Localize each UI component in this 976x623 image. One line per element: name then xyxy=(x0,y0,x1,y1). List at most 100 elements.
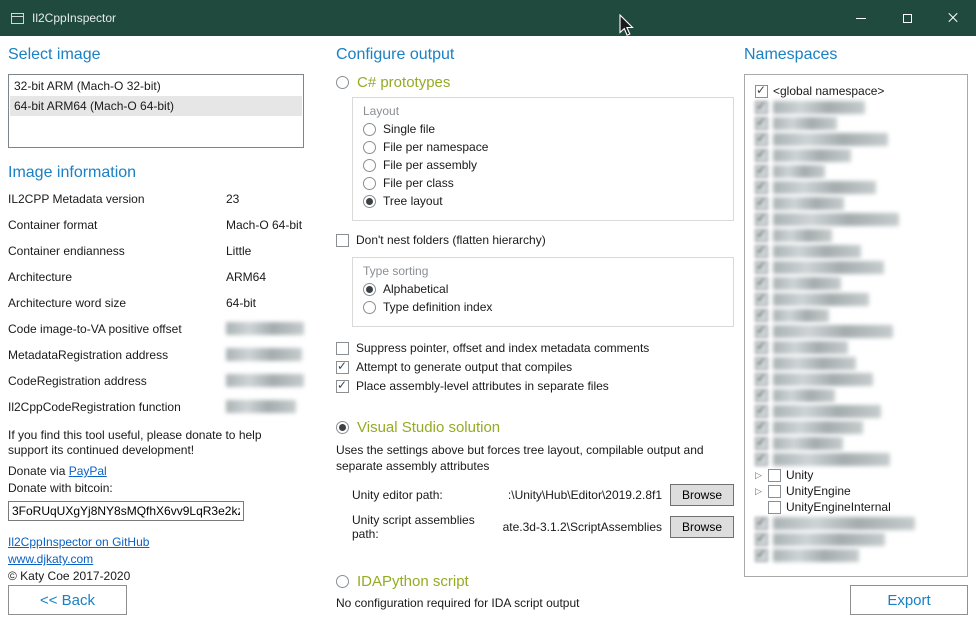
namespace-checkbox[interactable] xyxy=(755,165,768,178)
namespace-checkbox[interactable] xyxy=(755,229,768,242)
namespace-item-redacted[interactable] xyxy=(755,387,961,403)
radio-file-per-assembly[interactable]: File per assembly xyxy=(363,158,723,172)
image-list-item[interactable]: 32-bit ARM (Mach-O 32-bit) xyxy=(10,76,302,96)
namespace-checkbox[interactable] xyxy=(755,437,768,450)
namespace-checkbox[interactable] xyxy=(755,453,768,466)
radio-icon-selected[interactable] xyxy=(363,195,376,208)
namespace-checkbox[interactable] xyxy=(755,117,768,130)
namespace-checkbox[interactable] xyxy=(755,293,768,306)
namespace-checkbox[interactable] xyxy=(755,261,768,274)
namespace-item-redacted[interactable] xyxy=(755,515,961,531)
checkbox-flatten-hierarchy[interactable]: Don't nest folders (flatten hierarchy) xyxy=(336,233,734,247)
namespace-item-redacted[interactable] xyxy=(755,99,961,115)
radio-icon[interactable] xyxy=(363,141,376,154)
expander-icon[interactable]: ▷ xyxy=(755,467,763,483)
namespace-item-redacted[interactable] xyxy=(755,355,961,371)
visual-studio-option[interactable]: Visual Studio solution xyxy=(336,419,734,436)
radio-icon[interactable] xyxy=(363,301,376,314)
export-button[interactable]: Export xyxy=(850,585,968,615)
radio-single-file[interactable]: Single file xyxy=(363,122,723,136)
namespace-item-redacted[interactable] xyxy=(755,371,961,387)
namespace-checkbox[interactable] xyxy=(755,389,768,402)
website-link[interactable]: www.djkaty.com xyxy=(8,552,93,566)
namespace-item-redacted[interactable] xyxy=(755,531,961,547)
namespace-checkbox[interactable] xyxy=(755,533,768,546)
checkbox-icon-checked[interactable] xyxy=(336,361,349,374)
namespace-item-redacted[interactable] xyxy=(755,291,961,307)
csharp-prototypes-option[interactable]: C# prototypes xyxy=(336,74,734,91)
radio-type-definition-index[interactable]: Type definition index xyxy=(363,300,723,314)
checkbox-icon[interactable] xyxy=(336,234,349,247)
idapython-option[interactable]: IDAPython script xyxy=(336,573,734,590)
checkbox-separate-attribute-files[interactable]: Place assembly-level attributes in separ… xyxy=(336,379,734,393)
namespace-checkbox[interactable] xyxy=(755,197,768,210)
namespace-item-redacted[interactable] xyxy=(755,227,961,243)
namespace-item-redacted[interactable] xyxy=(755,211,961,227)
expander-icon[interactable]: ▷ xyxy=(755,483,763,499)
radio-alphabetical[interactable]: Alphabetical xyxy=(363,282,723,296)
namespace-checkbox[interactable] xyxy=(755,325,768,338)
namespace-item-redacted[interactable] xyxy=(755,163,961,179)
namespace-checkbox[interactable] xyxy=(755,149,768,162)
namespace-checkbox[interactable] xyxy=(755,373,768,386)
image-listbox[interactable]: 32-bit ARM (Mach-O 32-bit) 64-bit ARM64 … xyxy=(8,74,304,148)
namespace-item-redacted[interactable] xyxy=(755,179,961,195)
namespace-item-redacted[interactable] xyxy=(755,307,961,323)
namespace-item-redacted[interactable] xyxy=(755,339,961,355)
namespace-item-redacted[interactable] xyxy=(755,275,961,291)
namespace-item-unityengine[interactable]: ▷ UnityEngine xyxy=(755,483,961,499)
namespace-checkbox[interactable] xyxy=(755,245,768,258)
paypal-link[interactable]: PayPal xyxy=(69,464,107,478)
namespace-checkbox[interactable] xyxy=(755,133,768,146)
radio-tree-layout[interactable]: Tree layout xyxy=(363,194,723,208)
close-button[interactable] xyxy=(930,0,976,36)
bitcoin-address-input[interactable] xyxy=(8,501,244,521)
unity-script-assemblies-path-value[interactable]: ate.3d-3.1.2\ScriptAssemblies xyxy=(503,520,662,534)
checkbox-suppress-comments[interactable]: Suppress pointer, offset and index metad… xyxy=(336,341,734,355)
namespace-item-redacted[interactable] xyxy=(755,419,961,435)
radio-file-per-class[interactable]: File per class xyxy=(363,176,723,190)
radio-icon[interactable] xyxy=(363,159,376,172)
maximize-button[interactable] xyxy=(884,0,930,36)
namespace-checkbox[interactable] xyxy=(755,277,768,290)
namespace-item-redacted[interactable] xyxy=(755,451,961,467)
radio-icon[interactable] xyxy=(336,76,349,89)
unity-editor-path-value[interactable]: :\Unity\Hub\Editor\2019.2.8f1 xyxy=(508,488,662,502)
minimize-button[interactable] xyxy=(838,0,884,36)
namespace-item-redacted[interactable] xyxy=(755,547,961,563)
namespace-checkbox[interactable] xyxy=(755,549,768,562)
browse-unity-editor-button[interactable]: Browse xyxy=(670,484,734,506)
image-list-item-selected[interactable]: 64-bit ARM64 (Mach-O 64-bit) xyxy=(10,96,302,116)
namespace-item-unityengineinternal[interactable]: UnityEngineInternal xyxy=(755,499,961,515)
radio-icon-selected[interactable] xyxy=(336,421,349,434)
radio-icon[interactable] xyxy=(363,177,376,190)
namespace-tree[interactable]: <global namespace> ▷ Unity ▷ UnityEngine xyxy=(744,74,968,577)
back-button[interactable]: << Back xyxy=(8,585,127,615)
radio-file-per-namespace[interactable]: File per namespace xyxy=(363,140,723,154)
namespace-checkbox[interactable] xyxy=(768,469,781,482)
namespace-item-redacted[interactable] xyxy=(755,115,961,131)
radio-icon[interactable] xyxy=(336,575,349,588)
namespace-item-redacted[interactable] xyxy=(755,131,961,147)
namespace-checkbox-checked[interactable] xyxy=(755,85,768,98)
namespace-checkbox[interactable] xyxy=(768,501,781,514)
namespace-checkbox[interactable] xyxy=(755,421,768,434)
namespace-checkbox[interactable] xyxy=(755,213,768,226)
checkbox-compilable-output[interactable]: Attempt to generate output that compiles xyxy=(336,360,734,374)
namespace-item-redacted[interactable] xyxy=(755,147,961,163)
radio-icon-selected[interactable] xyxy=(363,283,376,296)
namespace-item-redacted[interactable] xyxy=(755,323,961,339)
namespace-item-redacted[interactable] xyxy=(755,435,961,451)
namespace-checkbox[interactable] xyxy=(755,405,768,418)
namespace-item-redacted[interactable] xyxy=(755,243,961,259)
namespace-checkbox[interactable] xyxy=(755,341,768,354)
namespace-checkbox[interactable] xyxy=(755,517,768,530)
browse-script-assemblies-button[interactable]: Browse xyxy=(670,516,734,538)
namespace-item-global[interactable]: <global namespace> xyxy=(755,83,961,99)
checkbox-icon-checked[interactable] xyxy=(336,380,349,393)
namespace-item-redacted[interactable] xyxy=(755,259,961,275)
namespace-item-redacted[interactable] xyxy=(755,403,961,419)
namespace-checkbox[interactable] xyxy=(755,309,768,322)
namespace-item-redacted[interactable] xyxy=(755,195,961,211)
github-link[interactable]: Il2CppInspector on GitHub xyxy=(8,535,149,549)
